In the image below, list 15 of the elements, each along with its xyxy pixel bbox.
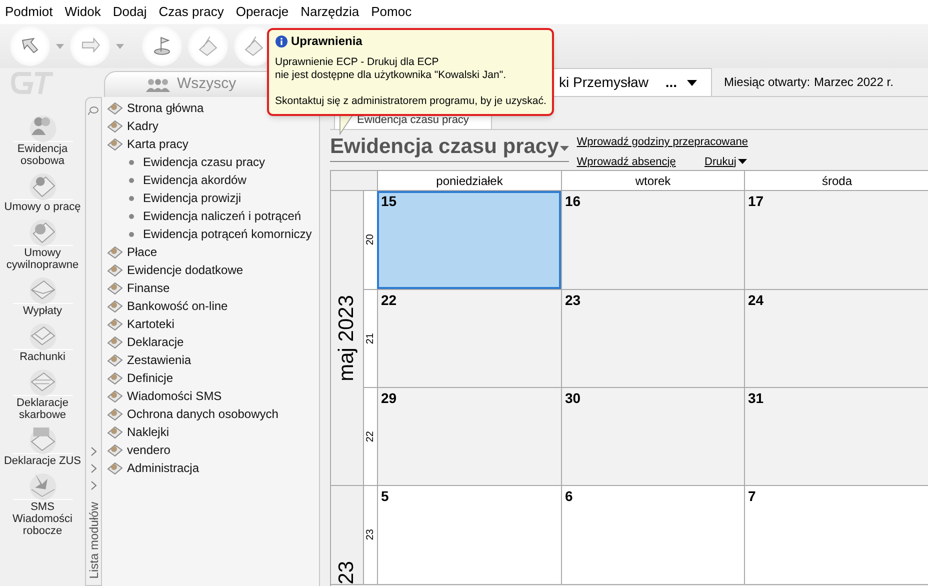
open-month-label: Miesiąc otwarty: [724,74,810,91]
open-month-value: Marzec 2022 r. [814,74,894,91]
week-number: 22 [364,430,377,442]
module-list-label: Lista modułów [86,502,102,579]
day-header: wtorek [561,171,744,190]
tooltip-text: Skontaktuj się z administratorem programu, by je uzyskać. [275,95,546,108]
month-label: maj 2023 [335,294,359,382]
day-header: środa [744,171,928,190]
day-header: poniedziałek [377,171,561,190]
month-label: 23 [335,560,359,584]
week-number: 20 [364,234,377,246]
tooltip-title: Uprawnienia [291,35,362,48]
week-number: 21 [364,332,377,344]
week-number: 23 [364,529,377,541]
tooltip-text: Uprawnienie ECP - Drukuj dla ECP [275,56,439,69]
